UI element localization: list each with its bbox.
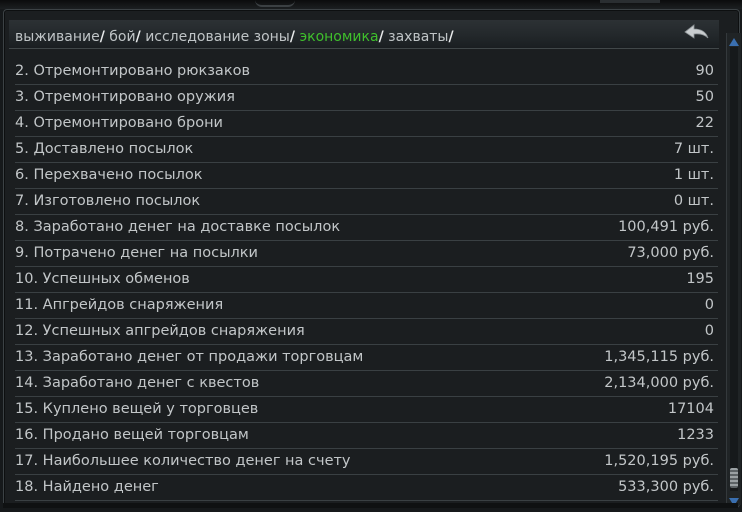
stat-row: 14. Заработано денег с квестов 2,134,000 … <box>15 371 718 397</box>
back-arrow-icon <box>684 24 709 39</box>
breadcrumb-separator: / <box>99 29 105 45</box>
scroll-up-button[interactable] <box>727 33 741 46</box>
stat-row: 16. Продано вещей торговцам 1233 <box>15 423 718 449</box>
stat-value: 533,300 руб. <box>618 479 714 495</box>
stat-row: 18. Найдено денег 533,300 руб. <box>15 475 718 501</box>
stat-label: 14. Заработано денег с квестов <box>15 375 260 391</box>
stat-row: 3. Отремонтировано оружия 50 <box>15 85 718 111</box>
statistics-panel: выживание/ бой/ исследование зоны/ эконо… <box>3 9 741 508</box>
stat-value: 100,491 руб. <box>618 219 714 235</box>
tab-economy[interactable]: экономика <box>299 29 378 45</box>
stat-value: 0 <box>704 323 714 339</box>
stat-row: 10. Успешных обменов 195 <box>15 267 718 293</box>
stat-label: 11. Апгрейдов снаряжения <box>15 297 224 313</box>
stat-value: 0 <box>704 297 714 313</box>
stat-value: 2,134,000 руб. <box>604 375 714 391</box>
stat-label: 10. Успешных обменов <box>15 271 190 287</box>
panel-header: выживание/ бой/ исследование зоны/ эконо… <box>9 20 719 49</box>
stat-value: 0 шт. <box>673 193 714 209</box>
stat-row: 4. Отремонтировано брони 22 <box>15 111 718 137</box>
stat-value: 7 шт. <box>673 141 714 157</box>
stat-label: 2. Отремонтировано рюкзаков <box>15 63 250 79</box>
stat-value: 22 <box>695 115 714 131</box>
tab-captures[interactable]: захваты <box>388 29 448 45</box>
stat-row: 2. Отремонтировано рюкзаков 90 <box>15 59 718 85</box>
tab-combat[interactable]: бой <box>109 29 135 45</box>
stat-label: 7. Изготовлено посылок <box>15 193 201 209</box>
stat-label: 15. Куплено вещей у торговцев <box>15 401 259 417</box>
breadcrumb: выживание/ бой/ исследование зоны/ эконо… <box>15 27 454 47</box>
stat-label: 18. Найдено денег <box>15 479 159 495</box>
stat-row: 11. Апгрейдов снаряжения 0 <box>15 293 718 319</box>
stat-label: 17. Наибольшее количество денег на счету <box>15 453 351 469</box>
stat-value: 50 <box>695 89 714 105</box>
scrollbar[interactable] <box>726 33 741 506</box>
stat-row: 17. Наибольшее количество денег на счету… <box>15 449 718 475</box>
tab-survival[interactable]: выживание <box>15 29 100 45</box>
top-ornament <box>255 0 295 7</box>
breadcrumb-separator: / <box>448 29 454 45</box>
stat-value: 195 <box>686 271 714 287</box>
stat-value: 1233 <box>677 427 714 443</box>
stat-value: 1,520,195 руб. <box>604 453 714 469</box>
stat-label: 12. Успешных апгрейдов снаряжения <box>15 323 305 339</box>
stat-value: 1,345,115 руб. <box>604 349 714 365</box>
breadcrumb-separator: / <box>135 29 141 45</box>
stat-row: 12. Успешных апгрейдов снаряжения 0 <box>15 319 718 345</box>
stat-label: 3. Отремонтировано оружия <box>15 89 235 105</box>
stats-list: 2. Отремонтировано рюкзаков 90 3. Отремонт… <box>15 59 718 501</box>
stat-row: 7. Изготовлено посылок 0 шт. <box>15 189 718 215</box>
stat-row: 9. Потрачено денег на посылки 73,000 руб. <box>15 241 718 267</box>
stat-label: 5. Доставлено посылок <box>15 141 194 157</box>
stat-value: 1 шт. <box>673 167 714 183</box>
stat-row: 8. Заработано денег на доставке посылок 1… <box>15 215 718 241</box>
back-button[interactable] <box>683 23 711 43</box>
breadcrumb-separator: / <box>289 29 295 45</box>
bottom-edge <box>3 503 738 508</box>
stat-row: 15. Куплено вещей у торговцев 17104 <box>15 397 718 423</box>
scroll-track[interactable] <box>730 47 738 491</box>
tab-zone-exploration[interactable]: исследование зоны <box>145 29 290 45</box>
stat-label: 4. Отремонтировано брони <box>15 115 223 131</box>
scroll-thumb[interactable] <box>730 468 738 488</box>
stat-label: 6. Перехвачено посылок <box>15 167 203 183</box>
stat-label: 9. Потрачено денег на посылки <box>15 245 258 261</box>
stat-label: 13. Заработано денег от продажи торговца… <box>15 349 364 365</box>
stat-row: 6. Перехвачено посылок 1 шт. <box>15 163 718 189</box>
stat-value: 17104 <box>667 401 714 417</box>
stat-label: 16. Продано вещей торговцам <box>15 427 249 443</box>
stat-row: 13. Заработано денег от продажи торговца… <box>15 345 718 371</box>
stat-row: 5. Доставлено посылок 7 шт. <box>15 137 718 163</box>
stat-label: 8. Заработано денег на доставке посылок <box>15 219 341 235</box>
stat-value: 90 <box>695 63 714 79</box>
stat-value: 73,000 руб. <box>627 245 714 261</box>
breadcrumb-separator: / <box>378 29 384 45</box>
top-ornament-right <box>600 0 660 3</box>
